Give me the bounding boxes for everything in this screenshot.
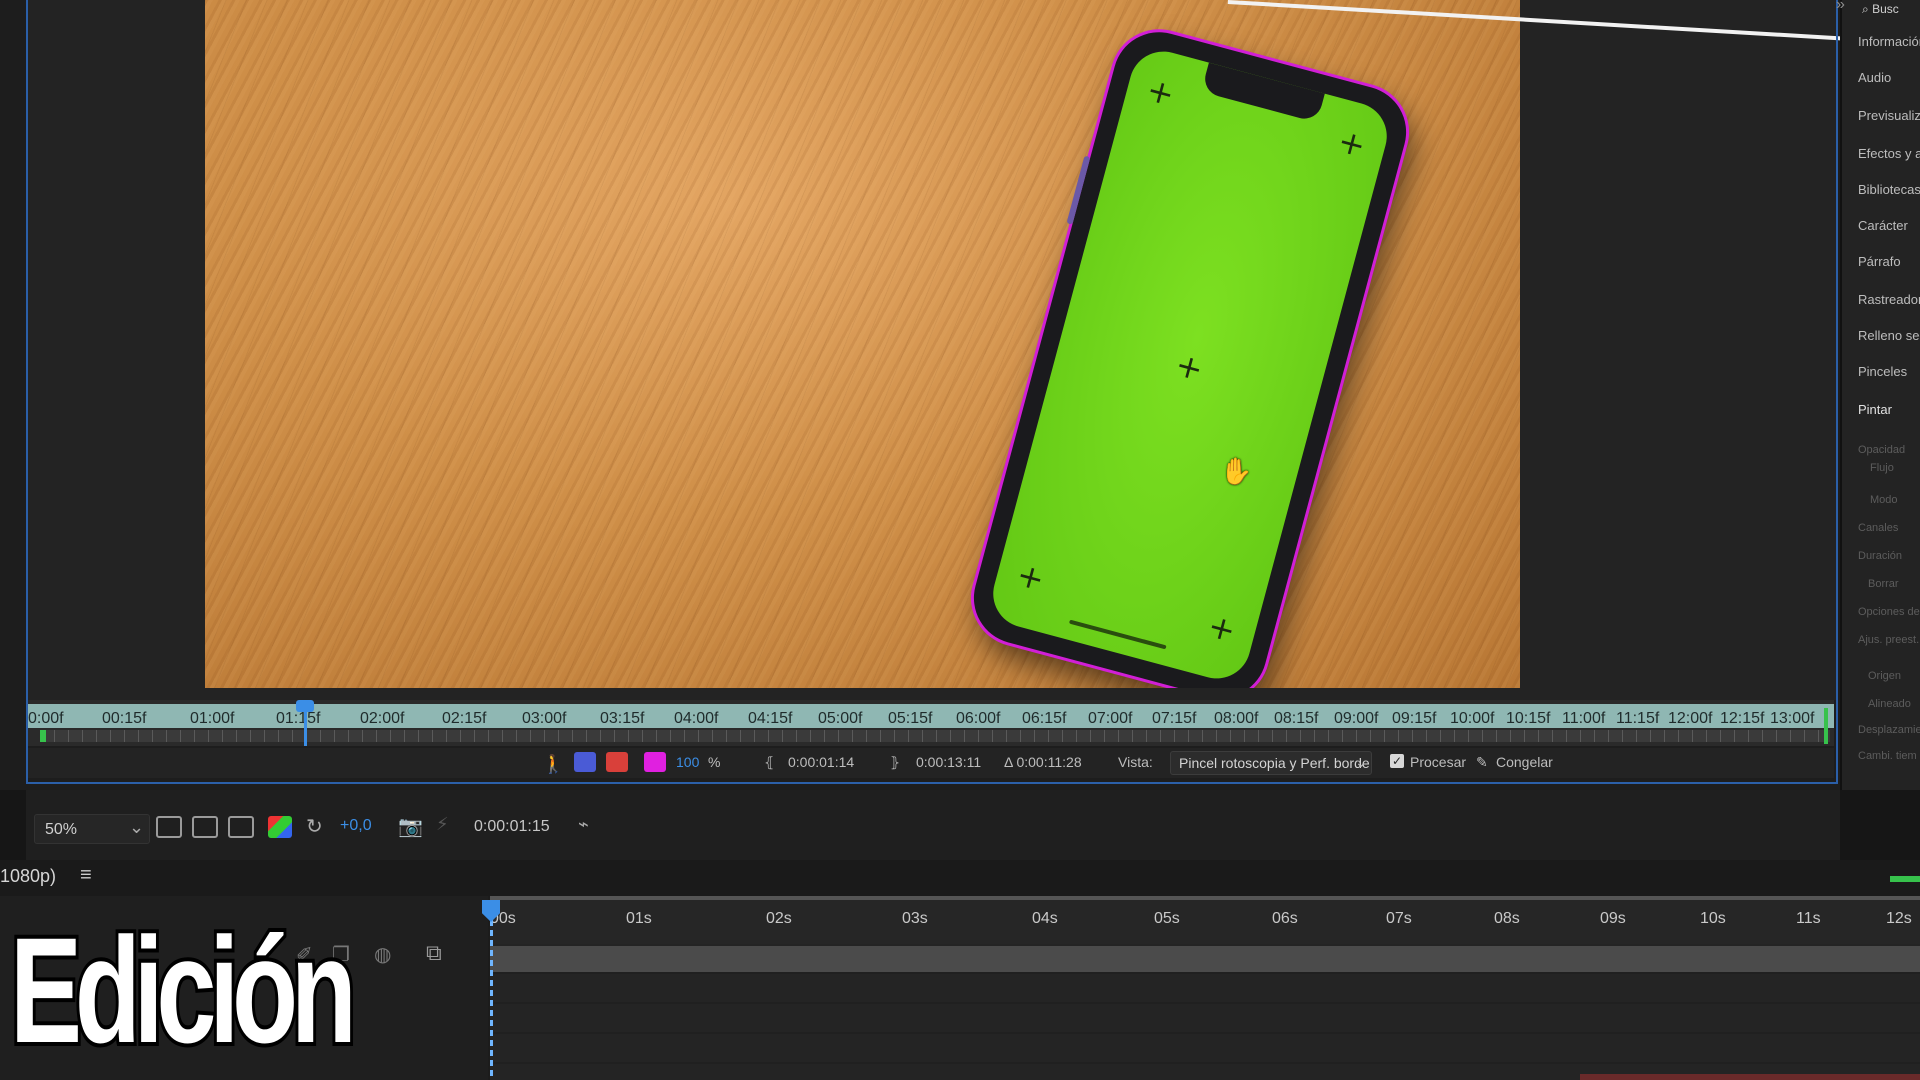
timeline-tick: 02s bbox=[766, 910, 792, 927]
timeline-tick: 08s bbox=[1494, 910, 1520, 927]
paint-setting-flow: Flujo bbox=[1870, 462, 1894, 474]
paint-setting-opacity: Opacidad bbox=[1858, 444, 1906, 456]
render-bar bbox=[1890, 876, 1920, 882]
paint-setting-channels: Canales bbox=[1858, 522, 1899, 534]
panel-item-tracker[interactable]: Rastreador bbox=[1858, 292, 1920, 307]
viewer-toolbar: 50% ⌄ ↻ +0,0 📷 ⚡ 0:00:01:15 ⌁ bbox=[26, 790, 1840, 860]
paint-setting-source: Origen bbox=[1868, 670, 1902, 682]
expand-panels-icon[interactable]: » bbox=[1836, 0, 1845, 14]
reset-exposure-icon[interactable]: ↻ bbox=[306, 814, 323, 839]
panel-item-paint[interactable]: Pintar bbox=[1858, 402, 1892, 417]
panel-item-paragraph[interactable]: Párrafo bbox=[1858, 254, 1901, 269]
paint-setting-offset: Desplazamie bbox=[1858, 724, 1920, 736]
paint-setting-presets: Ajus. preest. bbox=[1858, 634, 1920, 646]
timeline-tick: 11s bbox=[1796, 910, 1821, 927]
zoom-value: 50% bbox=[45, 821, 78, 838]
panel-item-info[interactable]: Información bbox=[1858, 34, 1920, 49]
overlay-title: Edición bbox=[7, 906, 360, 1074]
timeline-ruler[interactable]: 00s 01s 02s 03s 04s 05s 06s 07s 08s 09s … bbox=[490, 900, 1920, 944]
paint-setting-time: Cambi. tiem bbox=[1858, 750, 1917, 762]
roto-brush-icon[interactable]: ⌁ bbox=[578, 814, 589, 835]
timeline-tick: 05s bbox=[1154, 910, 1180, 927]
panel-item-character[interactable]: Carácter bbox=[1858, 218, 1908, 233]
exposure-value[interactable]: +0,0 bbox=[340, 817, 372, 835]
paint-setting-duration: Duración bbox=[1858, 550, 1903, 562]
paint-setting-options: Opciones de bbox=[1858, 606, 1920, 618]
paint-setting-aligned: Alineado bbox=[1868, 698, 1911, 710]
paint-setting-erase: Borrar bbox=[1868, 578, 1899, 590]
graph-editor-icon[interactable]: ⧉ bbox=[426, 940, 442, 966]
panel-item-brushes[interactable]: Pinceles bbox=[1858, 364, 1907, 379]
timeline-tick: 12s bbox=[1886, 910, 1912, 927]
transparency-grid-icon[interactable] bbox=[228, 816, 254, 838]
timeline-tick: 07s bbox=[1386, 910, 1412, 927]
panel-item-preview[interactable]: Previsualiza bbox=[1858, 108, 1920, 123]
show-channel-icon[interactable] bbox=[268, 816, 292, 838]
region-of-interest-icon[interactable] bbox=[192, 816, 218, 838]
motion-blur-icon[interactable]: ◍ bbox=[374, 942, 391, 967]
panel-item-audio[interactable]: Audio bbox=[1858, 70, 1891, 85]
resolution-icon[interactable] bbox=[156, 816, 182, 838]
viewer-focus-border bbox=[26, 0, 1838, 784]
timeline-tick: 10s bbox=[1700, 910, 1726, 927]
timeline-tick: 04s bbox=[1032, 910, 1058, 927]
timeline-playhead[interactable] bbox=[490, 900, 493, 1080]
zoom-dropdown[interactable]: 50% ⌄ bbox=[34, 814, 150, 844]
panel-item-effects[interactable]: Efectos y ajus bbox=[1858, 146, 1920, 161]
layer-duration-bar[interactable] bbox=[490, 946, 1920, 972]
search-label: Busc bbox=[1872, 2, 1899, 16]
current-time-display[interactable]: 0:00:01:15 bbox=[474, 818, 550, 836]
composition-viewer: + + + + + ✋ 0:00f 00:15f 01:00f 01:15f 0… bbox=[0, 0, 1847, 790]
composition-tab[interactable]: 1080p) bbox=[0, 866, 56, 887]
timeline-tab-bar: 1080p) ≡ bbox=[0, 860, 1920, 896]
timeline-tick: 01s bbox=[626, 910, 652, 927]
chevron-down-icon: ⌄ bbox=[129, 817, 145, 837]
timeline-tick: 03s bbox=[902, 910, 928, 927]
panel-item-fill[interactable]: Relleno segú bbox=[1858, 328, 1920, 343]
menu-icon[interactable]: ≡ bbox=[80, 864, 92, 887]
panel-item-libraries[interactable]: Bibliotecas bbox=[1858, 182, 1920, 197]
timeline-tick: 06s bbox=[1272, 910, 1298, 927]
show-snapshot-icon[interactable]: ⚡ bbox=[436, 814, 449, 835]
right-panel: Información Audio Previsualiza Efectos y… bbox=[1840, 0, 1920, 790]
out-of-range-bar bbox=[1580, 1074, 1920, 1080]
timeline-tick: 09s bbox=[1600, 910, 1626, 927]
search-help-field[interactable]: ⌕ Busc bbox=[1862, 2, 1899, 17]
snapshot-camera-icon[interactable]: 📷 bbox=[398, 814, 423, 839]
paint-setting-mode: Modo bbox=[1870, 494, 1898, 506]
